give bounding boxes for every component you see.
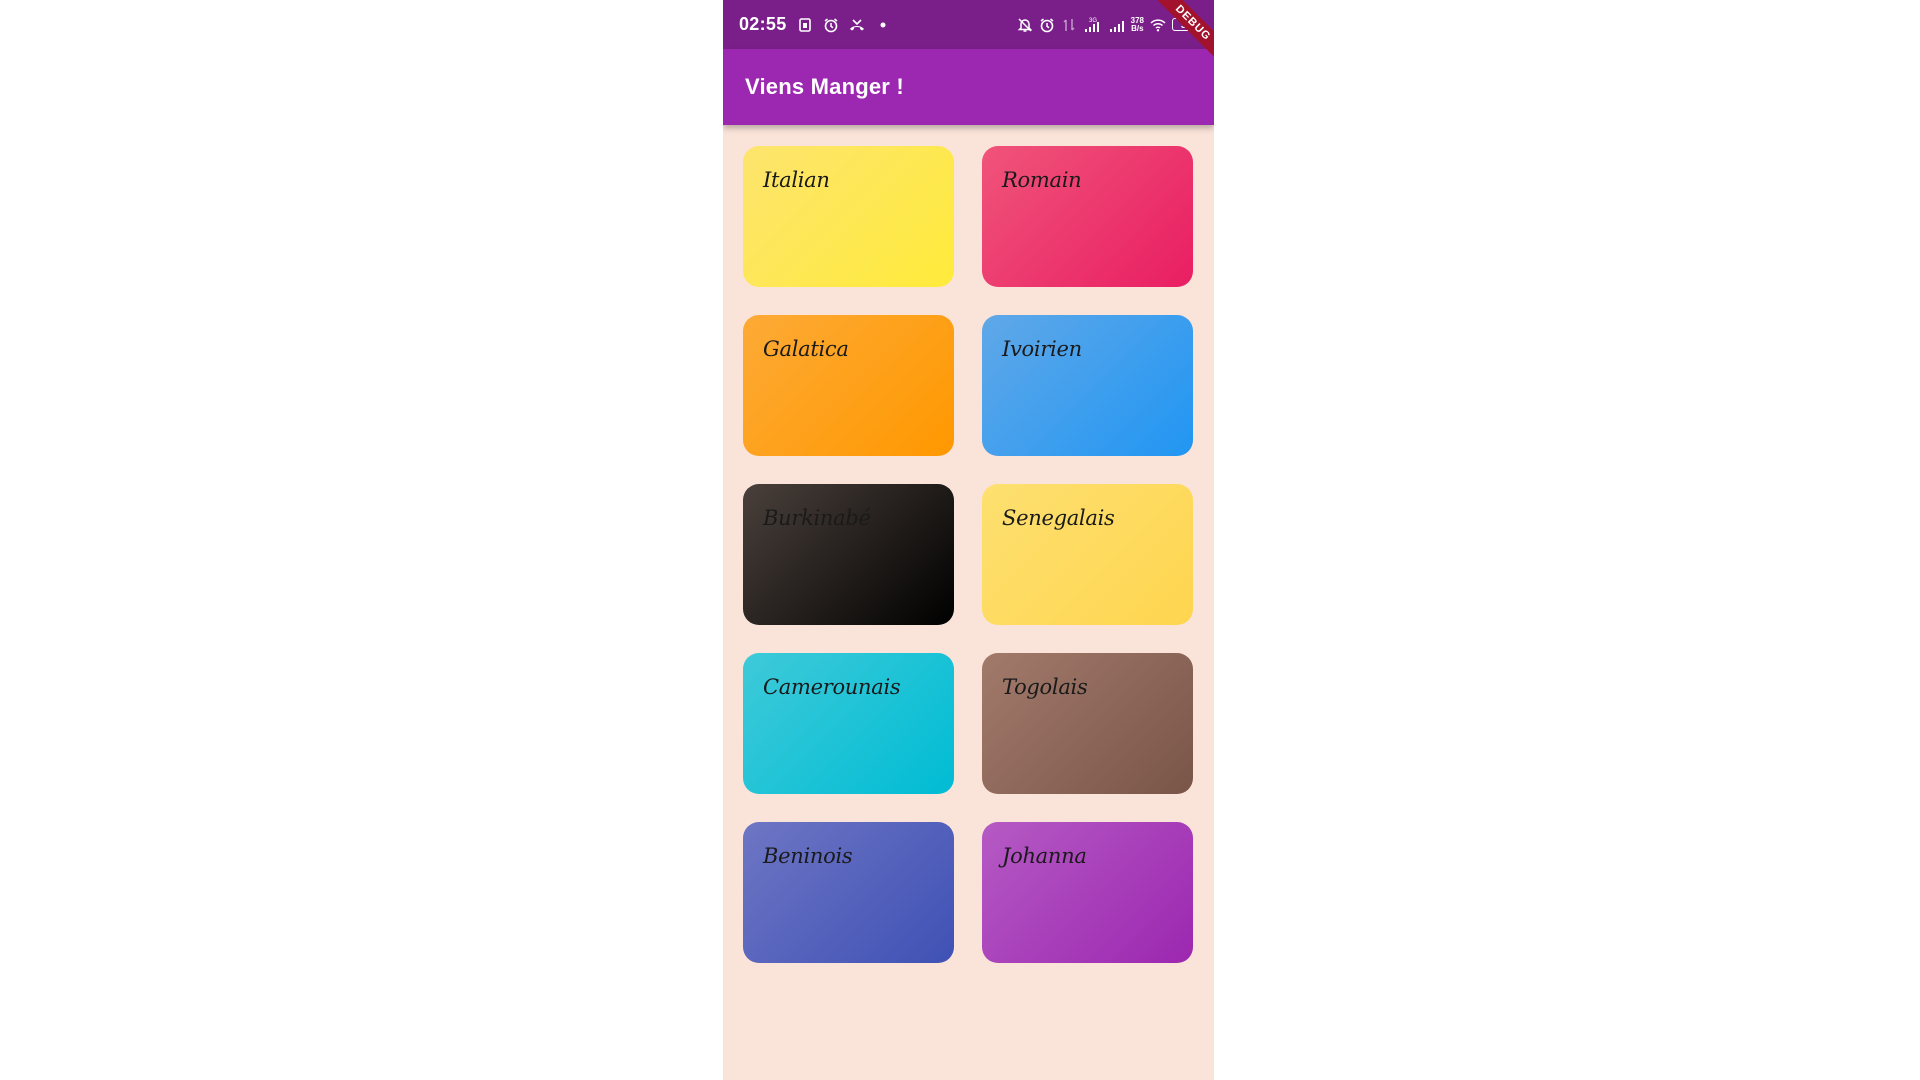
signal-icon: 3G <box>1083 17 1103 33</box>
screen: 02:55 3G 378 B/s Viens Manger ! DEBUG It… <box>0 0 1920 1080</box>
status-right-icons: 3G 378 B/s 30 <box>1017 16 1200 33</box>
status-bar: 02:55 3G 378 B/s <box>723 0 1214 49</box>
category-card[interactable]: Burkinabé <box>743 484 954 625</box>
phone-screen: 02:55 3G 378 B/s Viens Manger ! DEBUG It… <box>723 0 1214 1080</box>
network-type-label: 3G <box>1089 18 1097 24</box>
category-label: Senegalais <box>1002 506 1115 530</box>
status-left-icons <box>797 17 891 33</box>
alarm-icon <box>1039 17 1055 33</box>
category-card[interactable]: Ivoirien <box>982 315 1193 456</box>
category-card[interactable]: Romain <box>982 146 1193 287</box>
category-label: Camerounais <box>763 675 901 699</box>
bell-off-icon <box>1017 17 1033 33</box>
network-speed: 378 B/s <box>1131 16 1144 33</box>
signal-icon <box>1109 17 1125 33</box>
category-label: Beninois <box>763 844 853 868</box>
category-card[interactable]: Galatica <box>743 315 954 456</box>
category-grid: Italian Romain Galatica Ivoirien Burkinabé Se… <box>743 146 1194 963</box>
category-card[interactable]: Johanna <box>982 822 1193 963</box>
category-label: Johanna <box>1002 844 1087 868</box>
network-speed-unit: B/s <box>1131 23 1144 33</box>
dot-icon <box>875 17 891 33</box>
category-card[interactable]: Beninois <box>743 822 954 963</box>
category-label: Burkinabé <box>763 506 871 530</box>
category-label: Galatica <box>763 337 849 361</box>
category-card[interactable]: Togolais <box>982 653 1193 794</box>
category-label: Romain <box>1002 168 1082 192</box>
missed-call-icon <box>849 17 865 33</box>
category-card[interactable]: Italian <box>743 146 954 287</box>
app-title: Viens Manger ! <box>745 74 904 99</box>
category-card[interactable]: Camerounais <box>743 653 954 794</box>
category-card[interactable]: Senegalais <box>982 484 1193 625</box>
category-label: Ivoirien <box>1002 337 1082 361</box>
category-label: Italian <box>763 168 830 192</box>
status-time: 02:55 <box>739 14 787 34</box>
wifi-icon <box>1150 17 1166 33</box>
app-bar: Viens Manger ! <box>723 49 1214 125</box>
data-arrows-icon <box>1061 17 1077 33</box>
alarm-icon <box>823 17 839 33</box>
category-label: Togolais <box>1002 675 1088 699</box>
sim-card-icon <box>797 17 813 33</box>
